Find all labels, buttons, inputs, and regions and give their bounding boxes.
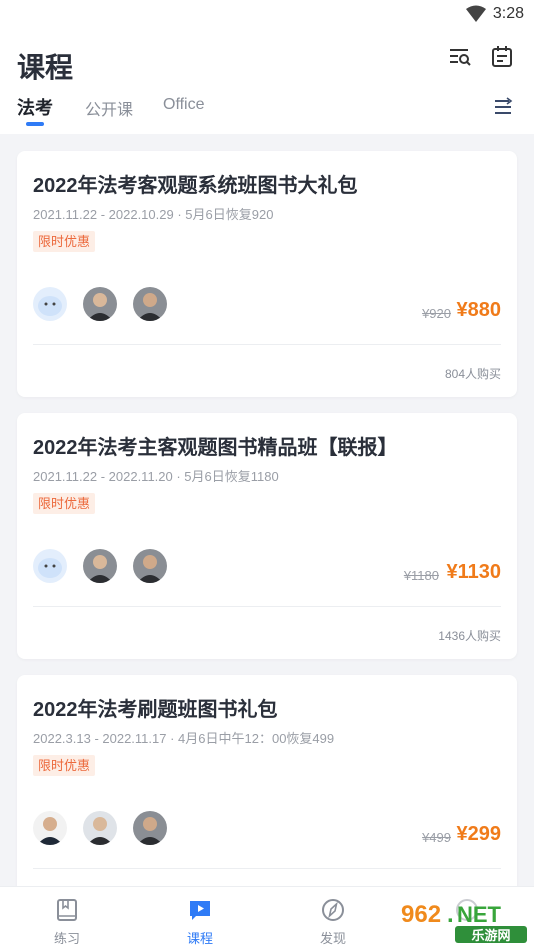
- divider: [33, 606, 501, 607]
- tabbar-item-courses[interactable]: 课程: [133, 887, 267, 949]
- course-date: 2021.11.22 - 2022.10.29 · 5月6日恢复920: [33, 207, 274, 222]
- divider: [33, 868, 501, 869]
- sort-menu-icon[interactable]: [492, 96, 514, 118]
- sale-price: ¥1130: [446, 561, 501, 583]
- tab-office[interactable]: Office: [163, 96, 205, 114]
- teacher-avatar: [133, 549, 167, 583]
- promo-badge: 限时优惠: [33, 231, 96, 252]
- search-list-icon[interactable]: [447, 44, 473, 70]
- tabbar-label: 练习: [53, 931, 80, 946]
- course-title: 2022年法考刷题班图书礼包: [33, 699, 278, 721]
- watermark-number: 962: [401, 901, 441, 928]
- compass-icon: [322, 899, 344, 921]
- original-price: ¥1180: [403, 568, 439, 583]
- divider: [33, 344, 501, 345]
- wifi-icon: [466, 5, 486, 22]
- course-card[interactable]: 2022年法考刷题班图书礼包 2022.3.13 - 2022.11.17 · …: [17, 675, 517, 886]
- teacher-avatar: [33, 811, 67, 845]
- tabbar-label: 课程: [186, 931, 213, 946]
- calendar-icon[interactable]: [489, 44, 515, 70]
- sale-price: ¥880: [456, 299, 502, 321]
- active-tab-indicator: [26, 122, 44, 126]
- tabbar-item-discover[interactable]: 发现: [266, 887, 400, 949]
- buyer-count: 1436人购买: [438, 629, 501, 643]
- course-date: 2021.11.22 - 2022.11.20 · 5月6日恢复1180: [33, 469, 279, 484]
- play-icon: [190, 901, 210, 920]
- course-title: 2022年法考主客观题图书精品班【联报】: [33, 437, 398, 459]
- course-card[interactable]: 2022年法考客观题系统班图书大礼包 2021.11.22 - 2022.10.…: [17, 151, 517, 397]
- course-date: 2022.3.13 - 2022.11.17 · 4月6日中午12：00恢复49…: [33, 731, 335, 746]
- course-list: 2022年法考客观题系统班图书大礼包 2021.11.22 - 2022.10.…: [0, 134, 534, 886]
- category-tabs: 法考 公开课 Office: [0, 92, 534, 128]
- promo-badge: 限时优惠: [33, 755, 96, 776]
- mascot-avatar: [33, 549, 67, 583]
- tabbar-item-practice[interactable]: 练习: [0, 887, 134, 949]
- original-price: ¥920: [422, 306, 451, 321]
- teacher-avatar: [83, 549, 117, 583]
- watermark-net: NET: [457, 902, 502, 927]
- tab-open-course[interactable]: 公开课: [85, 96, 133, 120]
- tab-law-exam[interactable]: 法考: [17, 94, 53, 120]
- buyer-count: 804人购买: [444, 367, 501, 381]
- page-header: 课程 法考 公开课 Office: [0, 30, 534, 134]
- teacher-avatar: [133, 287, 167, 321]
- status-bar: 3:28: [0, 0, 534, 30]
- course-title: 2022年法考客观题系统班图书大礼包: [33, 175, 358, 197]
- teacher-avatar: [83, 287, 117, 321]
- watermark-dot: .: [447, 901, 454, 928]
- teacher-avatar: [133, 811, 167, 845]
- watermark-text: 乐游网: [471, 928, 510, 944]
- course-card[interactable]: 2022年法考主客观题图书精品班【联报】 2021.11.22 - 2022.1…: [17, 413, 517, 659]
- original-price: ¥499: [422, 830, 451, 845]
- promo-badge: 限时优惠: [33, 493, 96, 514]
- tabbar-label: 发现: [319, 931, 346, 946]
- site-watermark-logo: 962 . NET 乐游网: [395, 898, 531, 944]
- teacher-avatar: [83, 811, 117, 845]
- sale-price: ¥299: [456, 823, 502, 845]
- clock: 3:28: [492, 5, 524, 22]
- book-icon: [57, 899, 77, 921]
- mascot-avatar: [33, 287, 67, 321]
- page-title: 课程: [17, 52, 74, 83]
